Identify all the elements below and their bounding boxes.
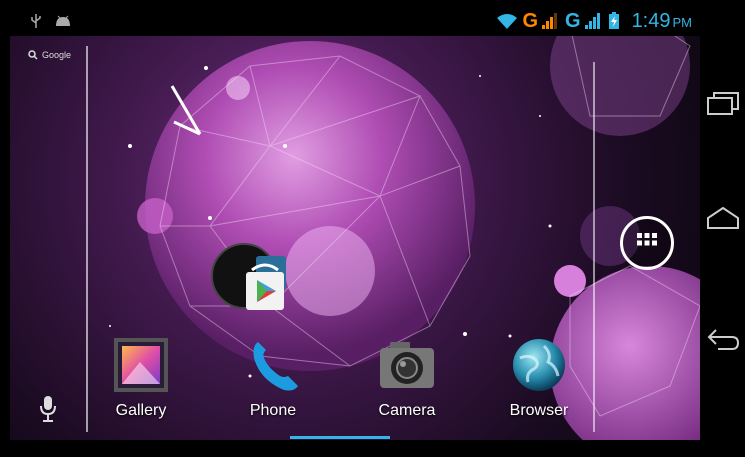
microphone-icon	[40, 396, 56, 422]
dock-label-camera: Camera	[378, 402, 436, 419]
globe-icon	[510, 336, 568, 394]
analog-clock-widget[interactable]	[160, 76, 240, 156]
dock-app-gallery[interactable]: Gallery	[96, 336, 186, 420]
clock-time: 1:49 PM	[631, 9, 692, 32]
dock-app-browser[interactable]: Browser	[494, 336, 584, 420]
recent-apps-button[interactable]	[706, 88, 740, 118]
grid-icon	[637, 233, 657, 246]
back-arrow-icon	[707, 329, 740, 350]
network-type-2: G	[565, 9, 581, 32]
battery-icon	[608, 12, 619, 29]
wifi-icon	[497, 14, 518, 29]
all-apps-button[interactable]	[620, 216, 674, 270]
dock-app-phone[interactable]: Phone	[228, 336, 318, 420]
signal-icon-2	[584, 13, 600, 29]
search-divider	[86, 46, 88, 432]
back-button[interactable]	[706, 324, 740, 354]
home-icon	[707, 206, 739, 229]
navigation-bar	[700, 0, 745, 457]
signal-icon-1	[542, 13, 557, 29]
page-indicator	[290, 436, 390, 439]
dock-label-gallery: Gallery	[115, 402, 167, 419]
status-bar: G G 1:49 PM	[10, 6, 700, 36]
dock-label-browser: Browser	[509, 402, 569, 419]
home-screen: G G 1:49 PM Google Gallery Phone Camera …	[10, 6, 700, 440]
phone-icon	[244, 336, 302, 394]
google-label: Google	[42, 50, 72, 60]
gallery-icon	[112, 336, 170, 394]
dock-app-camera[interactable]: Camera	[362, 336, 452, 420]
android-debug-icon	[56, 15, 70, 26]
search-icon	[28, 50, 38, 60]
play-store-folder[interactable]	[210, 238, 296, 318]
dock-label-phone: Phone	[249, 402, 297, 419]
camera-icon	[378, 336, 436, 394]
usb-icon	[31, 14, 41, 28]
network-type-1: G	[522, 9, 538, 32]
home-button[interactable]	[706, 204, 740, 234]
voice-search-button[interactable]	[36, 394, 60, 424]
recent-apps-icon	[707, 92, 739, 115]
workspace-edge	[593, 62, 595, 432]
google-search-bar[interactable]: Google	[28, 50, 71, 60]
